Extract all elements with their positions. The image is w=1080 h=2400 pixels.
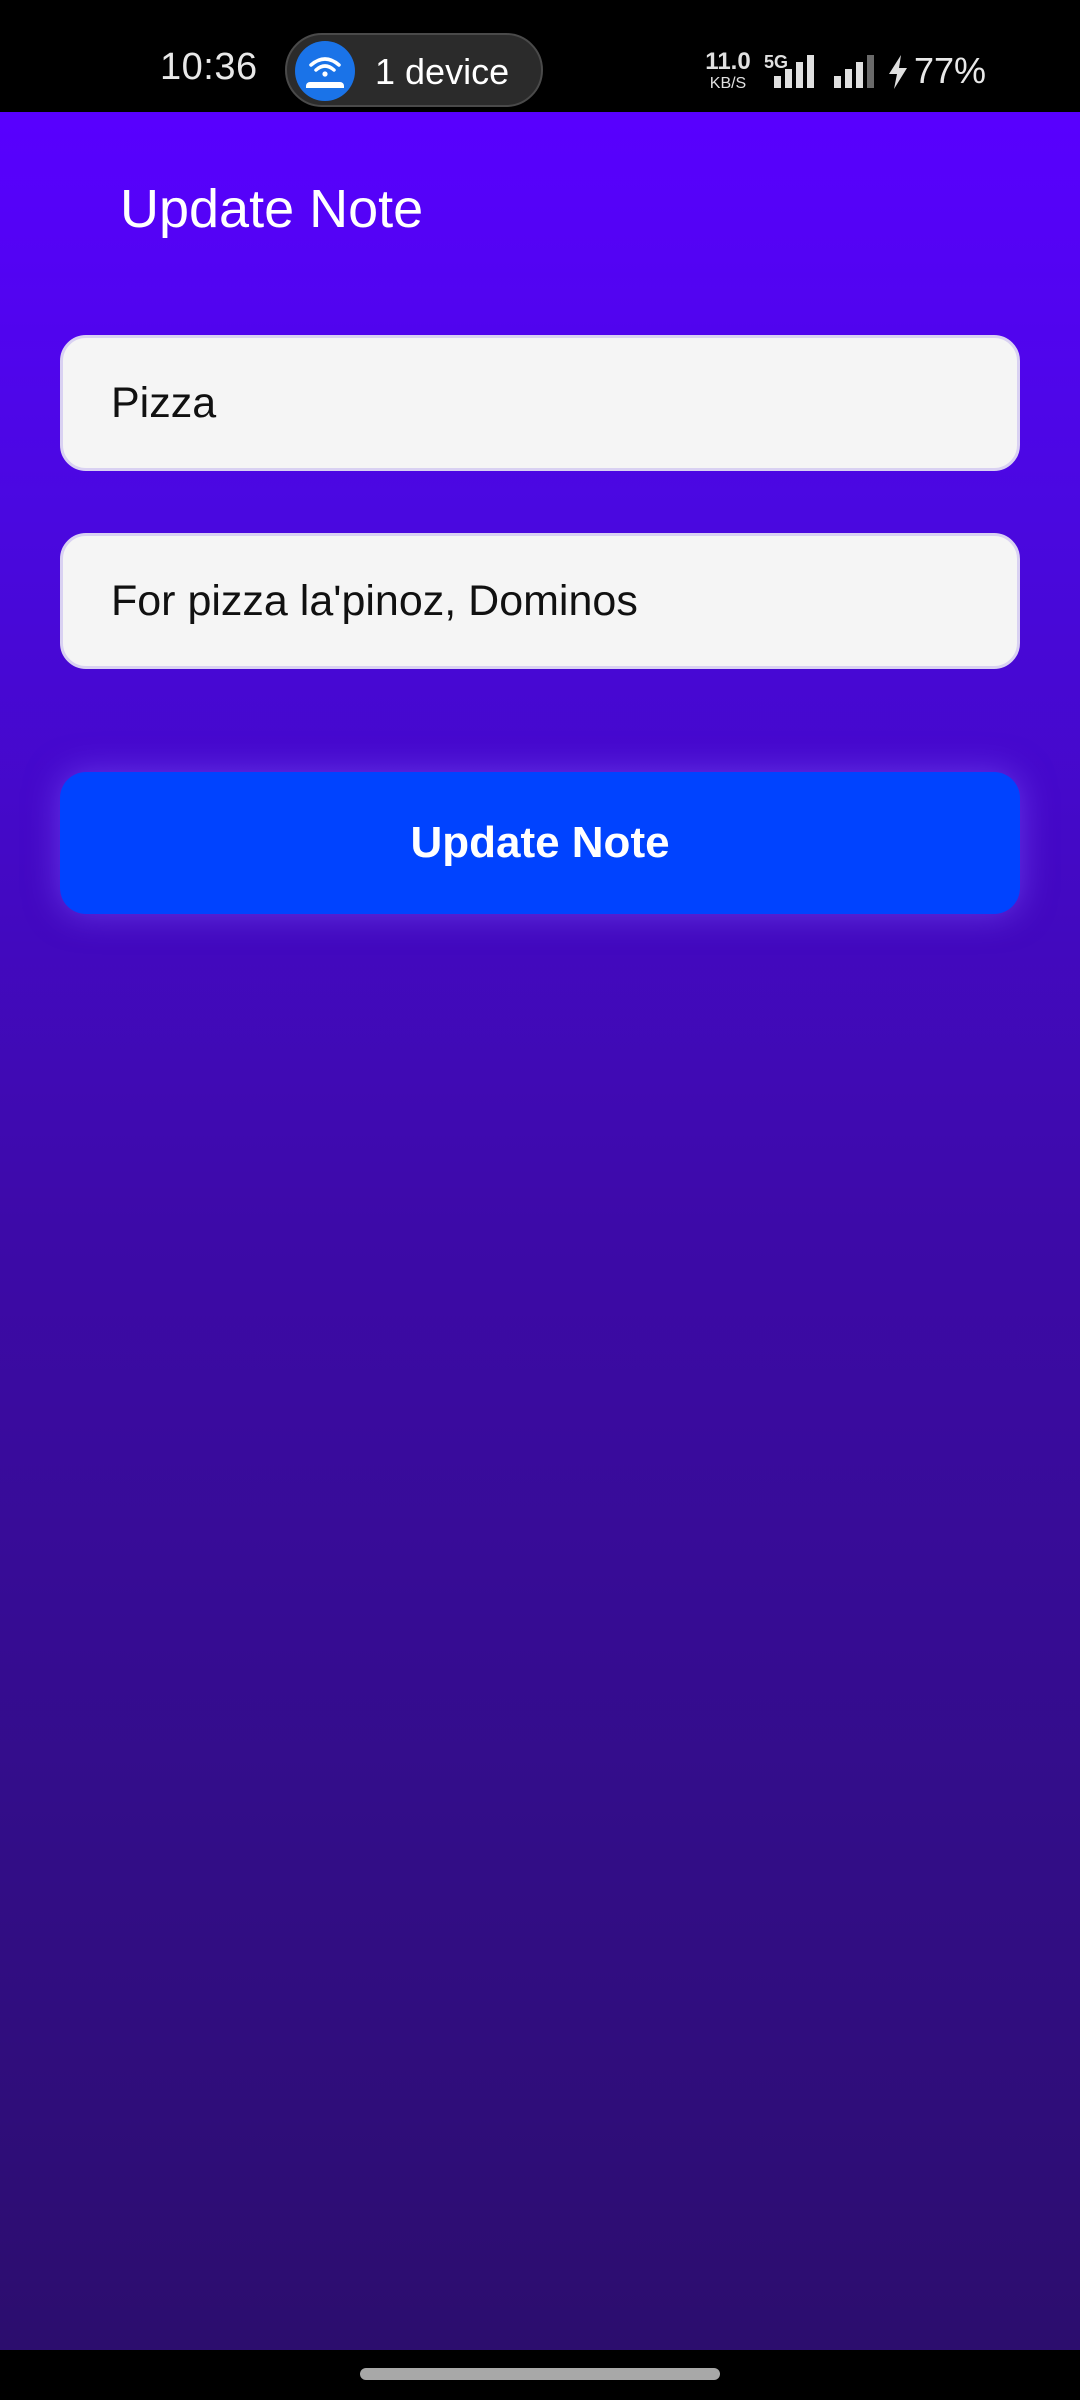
navigation-bar — [0, 2350, 1080, 2400]
hotspot-router-icon — [295, 41, 355, 101]
battery-percent: 77% — [914, 50, 987, 91]
signal-strength-2-icon — [834, 55, 874, 88]
home-indicator[interactable] — [360, 2368, 720, 2380]
note-title-field[interactable] — [60, 335, 1020, 471]
signal-strength-icon — [774, 55, 814, 88]
network-speed: 11.0 KB/S — [704, 50, 752, 92]
network-speed-unit: KB/S — [709, 75, 747, 92]
page-title: Update Note — [120, 179, 424, 239]
network-speed-value: 11.0 — [705, 48, 751, 75]
hotspot-label: 1 device — [375, 51, 510, 92]
update-note-button[interactable]: Update Note — [60, 772, 1020, 914]
hotspot-indicator[interactable]: 1 device — [285, 33, 543, 107]
charging-bolt-icon — [889, 55, 907, 89]
status-time: 10:36 — [160, 46, 258, 88]
note-description-field[interactable] — [60, 533, 1020, 669]
note-title-input[interactable] — [111, 338, 971, 468]
note-description-input[interactable] — [111, 536, 971, 666]
update-note-screen: Update Note Update Note — [0, 112, 1080, 2350]
status-bar: 10:36 1 device 11.0 KB/S 5G 77% — [0, 0, 1080, 112]
